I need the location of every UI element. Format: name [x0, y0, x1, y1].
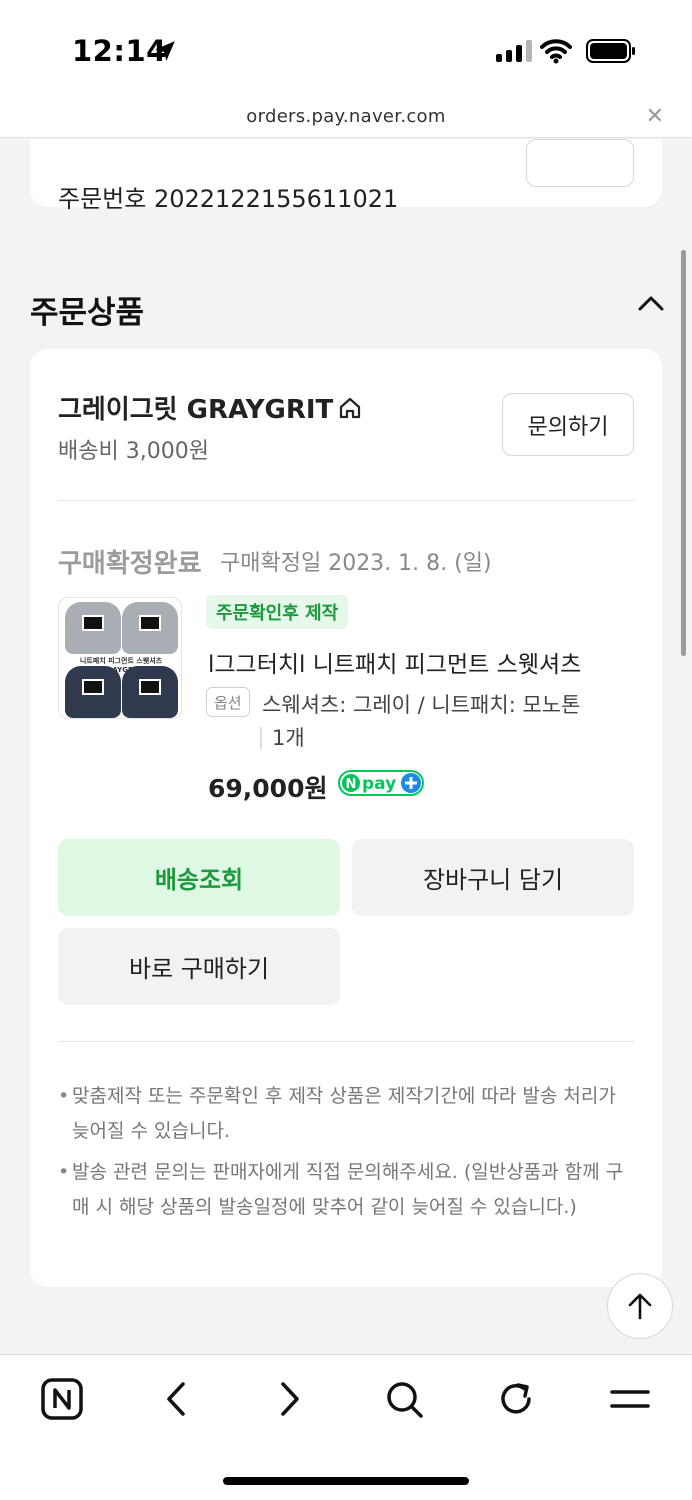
made-to-order-badge: 주문확인후 제작 — [206, 595, 349, 629]
npay-plus-icon: N pay — [338, 770, 424, 796]
svg-text:pay: pay — [362, 774, 396, 794]
seller-name-label: 그레이그릿 GRAYGRIT — [58, 395, 334, 425]
notice-item: 맞춤제작 또는 주문확인 후 제작 상품은 제작기간에 따라 발송 처리가 늦어… — [58, 1079, 634, 1149]
option-value: 스웨셔츠: 그레이 / 니트패치: 모노톤 — [262, 693, 581, 717]
seller-name[interactable]: 그레이그릿 GRAYGRIT — [58, 389, 363, 426]
sweatshirt-navy-image — [122, 666, 178, 718]
order-action-button[interactable] — [526, 139, 634, 187]
add-to-cart-button[interactable]: 장바구니 담기 — [352, 839, 634, 916]
shipping-fee: 배송비 3,000원 — [58, 439, 209, 464]
forward-icon[interactable] — [268, 1377, 312, 1421]
notice-list: 맞춤제작 또는 주문확인 후 제작 상품은 제작기간에 따라 발송 처리가 늦어… — [58, 1079, 634, 1231]
sweatshirt-gray-image — [122, 602, 178, 654]
product-name[interactable]: l그그터치l 니트패치 피그먼트 스웻셔츠 — [208, 645, 581, 679]
sweatshirt-navy-image — [65, 666, 121, 718]
browser-toolbar — [0, 1354, 692, 1500]
status-bar: 12:14 — [0, 0, 692, 100]
home-indicator — [223, 1477, 469, 1485]
notice-item: 발송 관련 문의는 판매자에게 직접 문의해주세요. (일반상품과 함께 구매 … — [58, 1155, 634, 1225]
location-arrow-icon — [155, 41, 175, 61]
store-home-icon[interactable] — [337, 395, 363, 421]
ordered-product-card: 그레이그릿 GRAYGRIT 배송비 3,000원 문의하기 구매확정완료 구매… — [30, 349, 662, 1287]
track-delivery-button[interactable]: 배송조회 — [58, 839, 340, 916]
order-status: 구매확정완료 — [58, 549, 202, 579]
url-bar: orders.pay.naver.com ✕ — [0, 100, 692, 138]
refresh-icon[interactable] — [494, 1377, 538, 1421]
battery-icon — [586, 39, 635, 63]
back-icon[interactable] — [154, 1377, 198, 1421]
section-title: 주문상품 — [30, 295, 145, 331]
option-tag: 옵션 — [206, 687, 250, 717]
divider — [58, 1041, 634, 1042]
divider — [58, 500, 634, 501]
sweatshirt-gray-image — [65, 602, 121, 654]
scrollbar[interactable] — [681, 250, 686, 656]
product-price: 69,000원 — [208, 774, 328, 803]
quantity: 1개 — [260, 727, 305, 749]
product-thumbnail[interactable]: 니트패치 피그먼트 스웻셔츠 GRAYGRIT — [58, 597, 182, 719]
menu-icon[interactable] — [608, 1377, 652, 1421]
cellular-signal-icon — [496, 40, 532, 62]
confirm-date: 구매확정일 2023. 1. 8. (일) — [220, 551, 492, 576]
page-content: 주문번호 2022122155611021 주문상품 그레이그릿 GRAYGRI… — [0, 139, 692, 1354]
arrow-up-icon — [628, 1293, 652, 1320]
wifi-icon — [540, 39, 572, 64]
inquire-button[interactable]: 문의하기 — [502, 393, 634, 456]
order-number: 주문번호 2022122155611021 — [58, 185, 399, 213]
buy-now-button[interactable]: 바로 구매하기 — [58, 928, 340, 1005]
scroll-to-top-button[interactable] — [607, 1273, 673, 1339]
order-info-card: 주문번호 2022122155611021 — [30, 139, 662, 213]
close-icon[interactable]: ✕ — [646, 104, 664, 129]
search-icon[interactable] — [382, 1377, 426, 1421]
svg-text:N: N — [346, 777, 357, 792]
naver-home-icon[interactable] — [40, 1377, 84, 1421]
chevron-up-icon[interactable] — [636, 291, 666, 315]
url-text[interactable]: orders.pay.naver.com — [0, 106, 692, 127]
